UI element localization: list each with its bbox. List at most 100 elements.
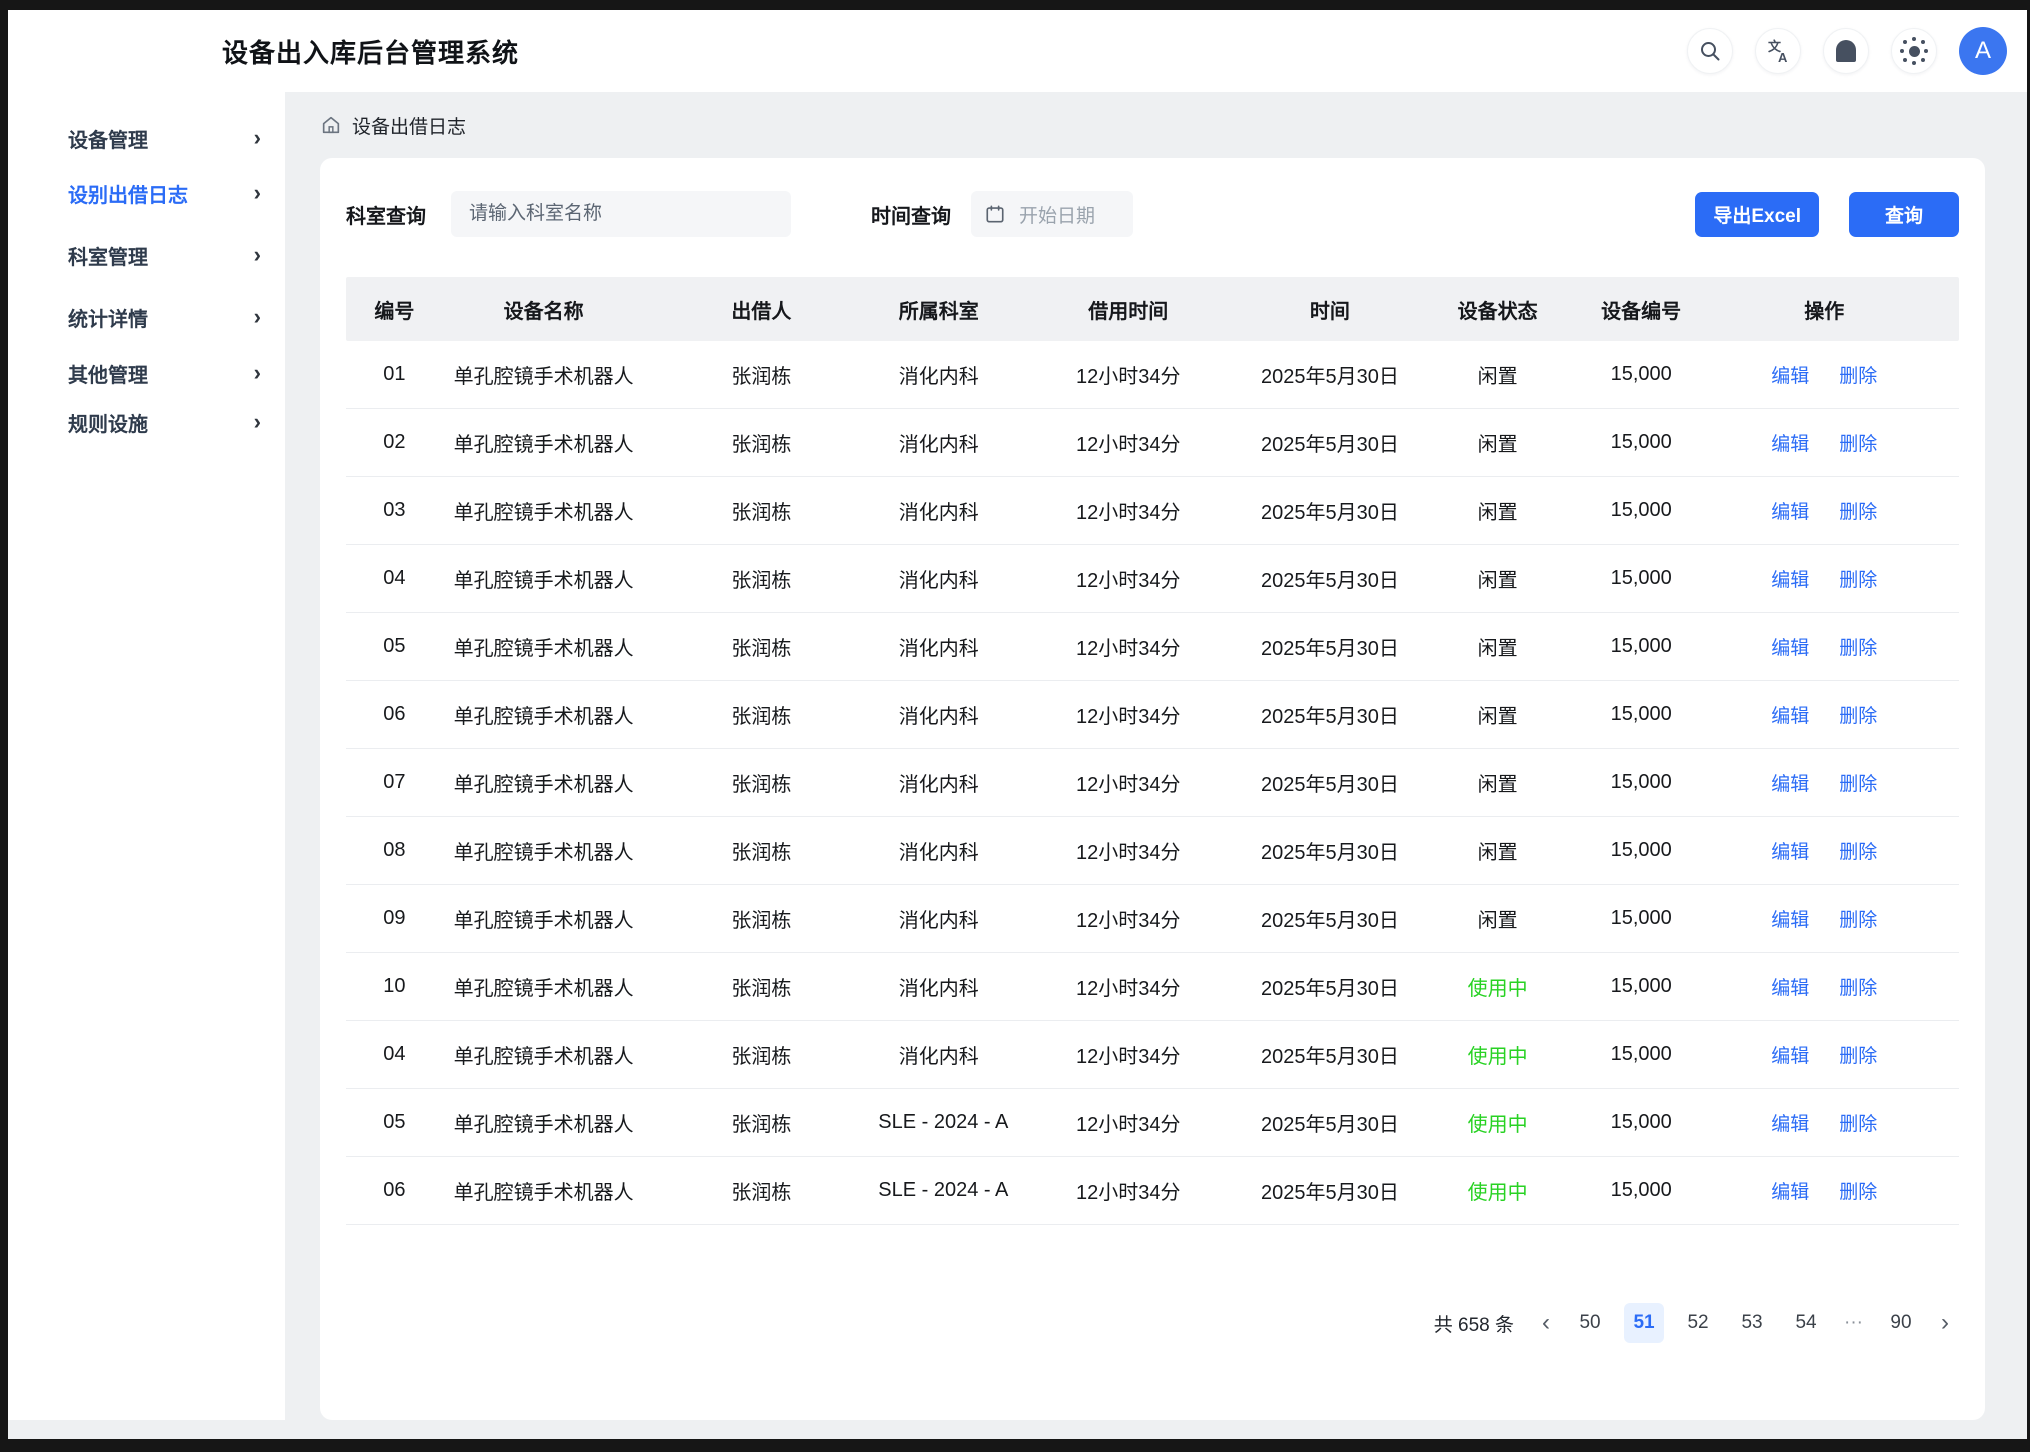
delete-link[interactable]: 删除	[1839, 701, 1877, 728]
delete-link[interactable]: 删除	[1839, 1177, 1877, 1204]
edit-link[interactable]: 编辑	[1771, 1177, 1809, 1204]
edit-link[interactable]: 编辑	[1771, 1109, 1809, 1136]
notification-button[interactable]	[1823, 28, 1869, 74]
cell-name: 单孔腔镜手术机器人	[443, 564, 645, 593]
delete-link[interactable]: 删除	[1839, 633, 1877, 660]
sidebar-item-4[interactable]: 其他管理›	[8, 349, 285, 397]
cell-code: 15,000	[1593, 1043, 1690, 1066]
page-number-52[interactable]: 52	[1678, 1303, 1718, 1343]
sidebar-item-label: 科室管理	[68, 241, 148, 270]
sidebar-item-label: 规则设施	[68, 408, 148, 437]
cell-actions: 编辑 删除	[1690, 905, 1959, 932]
content-card: 科室查询 时间查询 开始日期	[320, 158, 1985, 1420]
delete-link[interactable]: 删除	[1839, 769, 1877, 796]
home-icon[interactable]	[320, 114, 342, 136]
cell-status: 闲置	[1402, 904, 1592, 933]
edit-link[interactable]: 编辑	[1771, 633, 1809, 660]
cell-name: 单孔腔镜手术机器人	[443, 496, 645, 525]
cell-dept: SLE - 2024 - A	[878, 1179, 999, 1202]
table-row: 05单孔腔镜手术机器人张润栋SLE - 2024 - A12小时34分2025年…	[346, 1089, 1959, 1157]
cell-status: 闲置	[1402, 360, 1592, 389]
cell-dept: 消化内科	[878, 564, 999, 593]
edit-link[interactable]: 编辑	[1771, 769, 1809, 796]
delete-link[interactable]: 删除	[1839, 565, 1877, 592]
cell-name: 单孔腔镜手术机器人	[443, 428, 645, 457]
chevron-right-icon: ›	[254, 127, 261, 149]
cell-code: 15,000	[1593, 907, 1690, 930]
cell-duration: 12小时34分	[999, 1040, 1257, 1069]
start-date-picker[interactable]: 开始日期	[971, 191, 1133, 237]
prev-page-icon[interactable]: ‹	[1536, 1311, 1556, 1335]
sidebar-item-label: 统计详情	[68, 303, 148, 332]
user-avatar[interactable]: A	[1959, 27, 2007, 75]
translate-button[interactable]: 文 A	[1755, 28, 1801, 74]
page-number-51[interactable]: 51	[1624, 1303, 1664, 1343]
cell-name: 单孔腔镜手术机器人	[443, 836, 645, 865]
chevron-right-icon: ›	[254, 411, 261, 433]
sidebar-item-5[interactable]: 规则设施 ›	[8, 398, 285, 446]
cell-lender: 张润栋	[644, 904, 878, 933]
page-number-90[interactable]: 90	[1881, 1303, 1921, 1343]
query-button[interactable]: 查询	[1849, 192, 1959, 237]
cell-code: 15,000	[1593, 431, 1690, 454]
search-button[interactable]	[1687, 28, 1733, 74]
sidebar-item-3[interactable]: 统计详情›	[8, 293, 285, 341]
pagination-ellipsis[interactable]: ···	[1840, 1312, 1867, 1334]
page-number-50[interactable]: 50	[1570, 1303, 1610, 1343]
cell-date: 2025年5月30日	[1257, 1108, 1402, 1137]
cell-duration: 12小时34分	[999, 1108, 1257, 1137]
cell-id: 01	[346, 363, 443, 386]
cell-name: 单孔腔镜手术机器人	[443, 1040, 645, 1069]
page-number-54[interactable]: 54	[1786, 1303, 1826, 1343]
cell-duration: 12小时34分	[999, 972, 1257, 1001]
edit-link[interactable]: 编辑	[1771, 497, 1809, 524]
table-row: 02单孔腔镜手术机器人张润栋消化内科12小时34分2025年5月30日闲置15,…	[346, 409, 1959, 477]
delete-link[interactable]: 删除	[1839, 1041, 1877, 1068]
edit-link[interactable]: 编辑	[1771, 361, 1809, 388]
cell-date: 2025年5月30日	[1257, 564, 1402, 593]
edit-link[interactable]: 编辑	[1771, 429, 1809, 456]
edit-link[interactable]: 编辑	[1771, 701, 1809, 728]
cell-duration: 12小时34分	[999, 1176, 1257, 1205]
edit-link[interactable]: 编辑	[1771, 1041, 1809, 1068]
sidebar-item-2[interactable]: 科室管理 ›	[8, 231, 285, 279]
cell-code: 15,000	[1593, 839, 1690, 862]
next-page-icon[interactable]: ›	[1935, 1311, 1955, 1335]
edit-link[interactable]: 编辑	[1771, 973, 1809, 1000]
edit-link[interactable]: 编辑	[1771, 565, 1809, 592]
cell-duration: 12小时34分	[999, 836, 1257, 865]
sidebar-item-1[interactable]: 设别出借日志›	[8, 169, 285, 217]
top-header: 设备出入库后台管理系统 文 A	[8, 10, 2027, 92]
delete-link[interactable]: 删除	[1839, 837, 1877, 864]
edit-link[interactable]: 编辑	[1771, 905, 1809, 932]
page-number-53[interactable]: 53	[1732, 1303, 1772, 1343]
cell-id: 10	[346, 975, 443, 998]
cell-status: 使用中	[1402, 1176, 1592, 1205]
delete-link[interactable]: 删除	[1839, 497, 1877, 524]
theme-button[interactable]	[1891, 28, 1937, 74]
delete-link[interactable]: 删除	[1839, 905, 1877, 932]
chevron-right-icon: ›	[254, 244, 261, 266]
export-excel-button[interactable]: 导出Excel	[1695, 192, 1819, 237]
cell-lender: 张润栋	[644, 836, 878, 865]
cell-dept: 消化内科	[878, 768, 999, 797]
edit-link[interactable]: 编辑	[1771, 837, 1809, 864]
cell-code: 15,000	[1593, 499, 1690, 522]
delete-link[interactable]: 删除	[1839, 1109, 1877, 1136]
cell-date: 2025年5月30日	[1257, 632, 1402, 661]
cell-id: 08	[346, 839, 443, 862]
delete-link[interactable]: 删除	[1839, 429, 1877, 456]
sidebar-item-label: 设备管理	[68, 124, 148, 153]
cell-date: 2025年5月30日	[1257, 972, 1402, 1001]
delete-link[interactable]: 删除	[1839, 973, 1877, 1000]
cell-status: 闲置	[1402, 836, 1592, 865]
cell-duration: 12小时34分	[999, 428, 1257, 457]
cell-id: 06	[346, 1179, 443, 1202]
cell-actions: 编辑 删除	[1690, 497, 1959, 524]
dept-search-input[interactable]	[451, 191, 791, 237]
cell-dept: SLE - 2024 - A	[878, 1111, 999, 1134]
sidebar-item-label: 设别出借日志	[68, 179, 188, 208]
table-row: 06单孔腔镜手术机器人张润栋消化内科12小时34分2025年5月30日闲置15,…	[346, 681, 1959, 749]
sidebar-item-0[interactable]: 设备管理 ›	[8, 114, 285, 162]
delete-link[interactable]: 删除	[1839, 361, 1877, 388]
